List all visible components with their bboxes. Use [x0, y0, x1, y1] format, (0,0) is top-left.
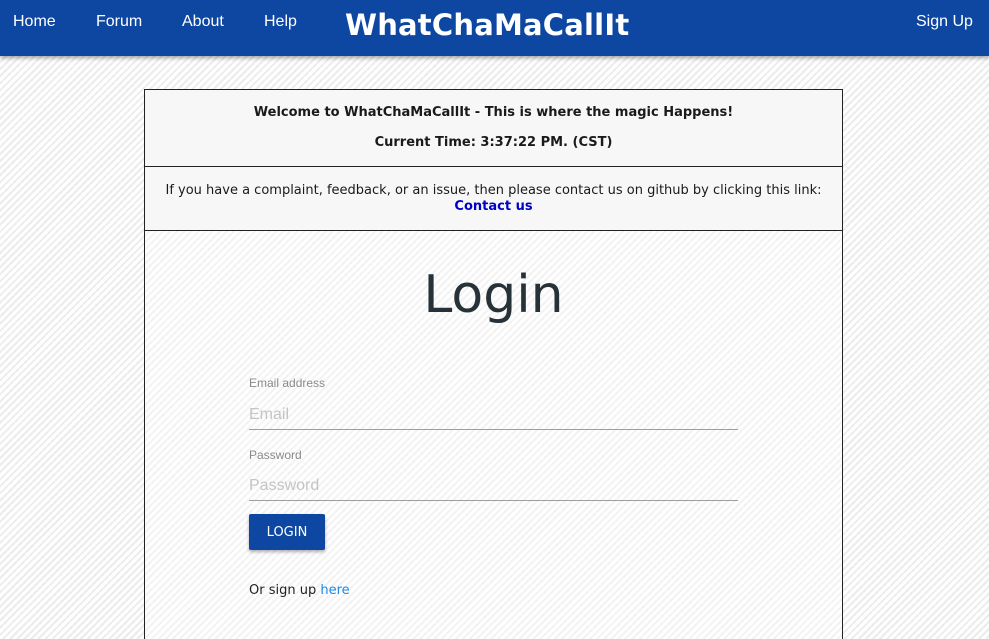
page-title: Login: [423, 265, 564, 325]
email-field[interactable]: [249, 400, 738, 430]
nav-signup-link[interactable]: Sign Up: [916, 12, 973, 32]
current-time: Current Time: 3:37:22 PM. (CST): [374, 135, 613, 150]
nav-home-link[interactable]: Home: [13, 12, 56, 32]
site-brand[interactable]: WhatChaMaCallIt: [345, 7, 629, 43]
contact-message: If you have a complaint, feedback, or an…: [165, 183, 822, 198]
welcome-message: Welcome to WhatChaMaCallIt - This is whe…: [253, 105, 734, 120]
password-field[interactable]: [249, 471, 738, 501]
nav-about-link[interactable]: About: [182, 12, 224, 32]
signup-prefix: Or sign up: [249, 583, 321, 598]
welcome-banner: Welcome to WhatChaMaCallIt - This is whe…: [145, 90, 842, 167]
email-label: Email address: [249, 376, 326, 390]
login-button[interactable]: LOGIN: [249, 514, 325, 550]
signup-here-link[interactable]: here: [320, 583, 349, 598]
nav-forum-link[interactable]: Forum: [96, 12, 142, 32]
password-label: Password: [249, 448, 302, 462]
signup-prompt: Or sign up here: [249, 583, 350, 598]
top-navbar: Home Forum About Help WhatChaMaCallIt Si…: [0, 0, 989, 56]
contact-us-link[interactable]: Contact us: [145, 199, 842, 214]
nav-help-link[interactable]: Help: [264, 12, 297, 32]
contact-banner: If you have a complaint, feedback, or an…: [145, 167, 842, 231]
main-card: Welcome to WhatChaMaCallIt - This is whe…: [144, 89, 843, 639]
